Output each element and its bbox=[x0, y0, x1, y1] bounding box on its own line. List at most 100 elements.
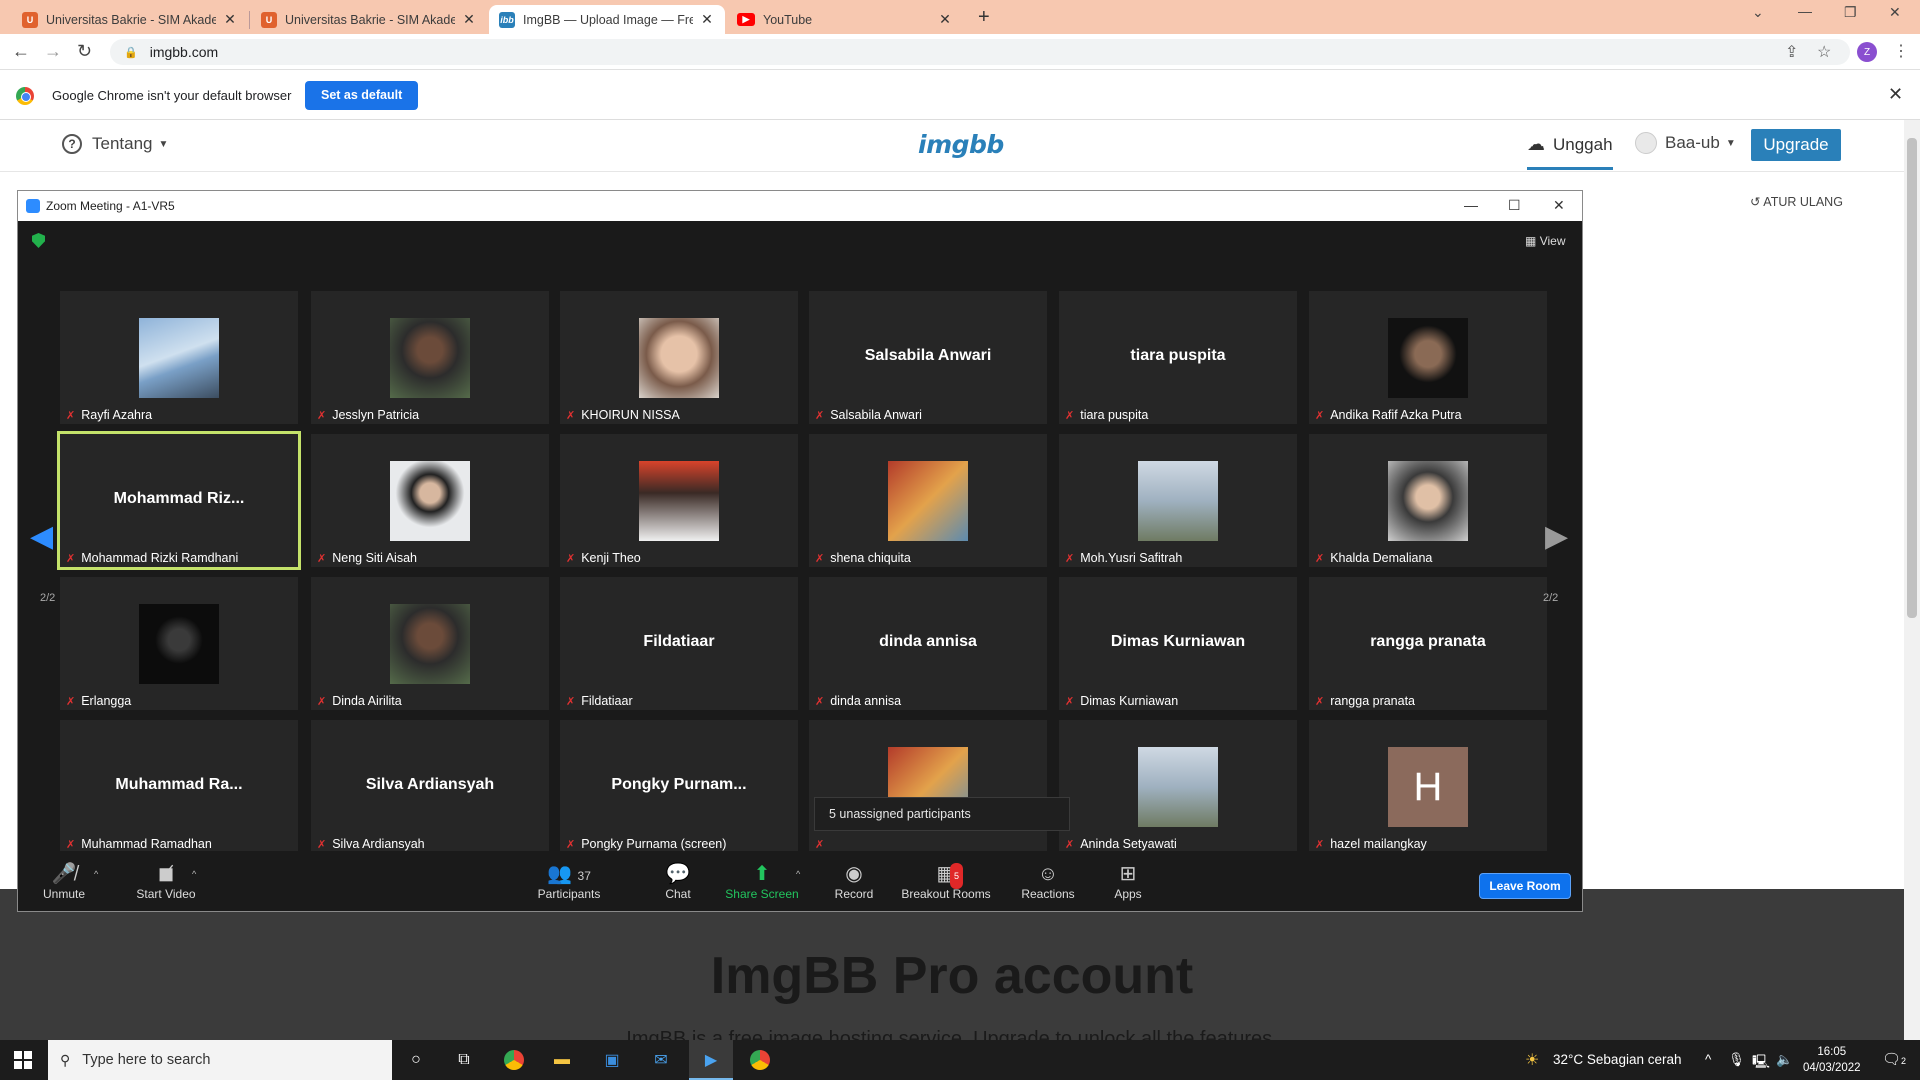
participant-tile[interactable]: ✗ Neng Siti Aisah bbox=[311, 434, 549, 567]
bookmark-star-icon[interactable]: ☆ bbox=[1817, 42, 1831, 62]
mail-icon[interactable]: ✉ bbox=[649, 1048, 673, 1072]
close-infobar-icon[interactable]: ✕ bbox=[1888, 84, 1903, 105]
record-button[interactable]: ◉ Record bbox=[830, 861, 878, 901]
reload-icon[interactable]: ↻ bbox=[77, 41, 92, 62]
previous-page-arrow-icon[interactable]: ◀ bbox=[30, 519, 53, 554]
back-arrow-icon[interactable]: ← bbox=[12, 41, 30, 62]
participants-icon: 👥 37 bbox=[547, 863, 591, 885]
participant-tile[interactable]: ✗ KHOIRUN NISSA bbox=[560, 291, 798, 424]
participant-tile[interactable]: ✗ Jesslyn Patricia bbox=[311, 291, 549, 424]
tray-expand-chevron-icon[interactable]: ^ bbox=[1705, 1052, 1711, 1067]
participant-tile[interactable]: ✗ Erlangga bbox=[60, 577, 298, 710]
breakout-rooms-button[interactable]: ▦ 5 Breakout Rooms bbox=[898, 861, 994, 901]
tab-title: ImgBB — Upload Image — Free I bbox=[523, 12, 693, 27]
reactions-button[interactable]: ☺ Reactions bbox=[1018, 861, 1078, 901]
share-icon[interactable]: ⇪ bbox=[1785, 42, 1798, 62]
forward-arrow-icon[interactable]: → bbox=[44, 41, 62, 62]
unmute-button[interactable]: 🎤̸ Unmute bbox=[42, 861, 86, 901]
microsoft-store-icon[interactable]: ▣ bbox=[600, 1048, 624, 1072]
close-tab-icon[interactable]: ✕ bbox=[699, 11, 715, 28]
apps-button[interactable]: ⊞ Apps bbox=[1108, 861, 1148, 901]
weather-text[interactable]: 32°C Sebagian cerah bbox=[1553, 1052, 1682, 1067]
zoom-minimize-icon[interactable]: — bbox=[1464, 197, 1478, 213]
participant-tile[interactable]: ✗ Rayfi Azahra bbox=[60, 291, 298, 424]
close-tab-icon[interactable]: ✕ bbox=[222, 11, 238, 28]
participant-tile[interactable]: ✗ Moh.Yusri Safitrah bbox=[1059, 434, 1297, 567]
participant-tile[interactable]: tiara puspita ✗ tiara puspita bbox=[1059, 291, 1297, 424]
reset-link[interactable]: ↺ ATUR ULANG bbox=[1750, 194, 1843, 209]
tab-youtube[interactable]: ▶ YouTube ✕ bbox=[727, 5, 963, 34]
zoom-taskbar-icon[interactable]: ▶ bbox=[699, 1048, 723, 1072]
participant-tile[interactable]: ✗ Khalda Demaliana bbox=[1309, 434, 1547, 567]
share-options-caret-icon[interactable]: ^ bbox=[796, 869, 800, 879]
next-page-arrow-icon[interactable]: ▶ bbox=[1545, 519, 1568, 554]
zoom-window-title: Zoom Meeting - A1-VR5 bbox=[46, 199, 175, 213]
participant-tile[interactable]: ✗ Kenji Theo bbox=[560, 434, 798, 567]
participant-tile[interactable]: dinda annisa ✗ dinda annisa bbox=[809, 577, 1047, 710]
taskbar-clock[interactable]: 16:05 04/03/2022 bbox=[1803, 1044, 1861, 1076]
participant-name: Rayfi Azahra bbox=[81, 408, 153, 422]
chrome-menu-icon[interactable]: ⋮ bbox=[1893, 41, 1909, 61]
participants-button[interactable]: 👥 37 Participants bbox=[534, 861, 604, 901]
participant-tile[interactable]: Salsabila Anwari ✗ Salsabila Anwari bbox=[809, 291, 1047, 424]
upload-label: Unggah bbox=[1553, 134, 1613, 154]
share-screen-button[interactable]: ⬆ Share Screen bbox=[725, 861, 799, 901]
participant-name-label: ✗ Andika Rafif Azka Putra bbox=[1315, 408, 1462, 422]
minimize-window-icon[interactable]: — bbox=[1798, 3, 1812, 19]
chrome-profile-avatar[interactable]: Z bbox=[1857, 42, 1877, 62]
start-video-label: Start Video bbox=[136, 887, 196, 901]
page-scrollbar-thumb[interactable] bbox=[1907, 138, 1917, 618]
file-explorer-icon[interactable]: ▬ bbox=[550, 1048, 574, 1072]
participant-tile[interactable]: Muhammad Ra... ✗ Muhammad Ramadhan bbox=[60, 720, 298, 853]
user-menu[interactable]: Baa-ub ▼ bbox=[1635, 132, 1736, 154]
participant-tile[interactable]: H ✗ hazel mailangkay bbox=[1309, 720, 1547, 853]
chat-button[interactable]: 💬 Chat bbox=[658, 861, 698, 901]
new-tab-plus-icon[interactable]: + bbox=[978, 6, 990, 29]
about-menu[interactable]: ? Tentang ▼ bbox=[62, 134, 168, 154]
upgrade-button[interactable]: Upgrade bbox=[1751, 129, 1841, 161]
microphone-tray-icon[interactable]: 🎙 bbox=[1728, 1052, 1745, 1068]
weather-sun-icon[interactable]: ☀ bbox=[1525, 1050, 1539, 1070]
participant-tile[interactable]: ✗ bbox=[809, 720, 1047, 853]
participant-tile[interactable]: Dimas Kurniawan ✗ Dimas Kurniawan bbox=[1059, 577, 1297, 710]
close-tab-icon[interactable]: ✕ bbox=[461, 11, 477, 28]
cortana-circle-icon[interactable]: ○ bbox=[404, 1048, 428, 1072]
encryption-shield-icon[interactable] bbox=[32, 233, 45, 248]
notifications-icon[interactable]: 🗨2 bbox=[1882, 1050, 1906, 1068]
audio-options-caret-icon[interactable]: ^ bbox=[94, 869, 98, 879]
windows-start-icon[interactable] bbox=[14, 1051, 32, 1069]
close-tab-icon[interactable]: ✕ bbox=[937, 11, 953, 28]
taskbar-search-box[interactable]: ⚲ Type here to search bbox=[48, 1040, 392, 1080]
start-video-button[interactable]: ◼̸ Start Video bbox=[126, 861, 206, 901]
url-omnibox[interactable]: 🔒 imgbb.com bbox=[110, 39, 1850, 65]
participant-tile[interactable]: rangga pranata ✗ rangga pranata bbox=[1309, 577, 1547, 710]
tab-sim-akademik-2[interactable]: U Universitas Bakrie - SIM Akadem ✕ bbox=[251, 5, 487, 34]
participant-video-thumbnail bbox=[639, 318, 719, 398]
participant-tile[interactable]: ✗ shena chiquita bbox=[809, 434, 1047, 567]
participant-tile[interactable]: Pongky Purnam... ✗ Pongky Purnama (screen) bbox=[560, 720, 798, 853]
participant-tile[interactable]: ✗ Aninda Setyawati bbox=[1059, 720, 1297, 853]
video-options-caret-icon[interactable]: ^ bbox=[192, 869, 196, 879]
close-window-icon[interactable]: ✕ bbox=[1889, 4, 1901, 21]
participant-tile[interactable]: Silva Ardiansyah ✗ Silva Ardiansyah bbox=[311, 720, 549, 853]
volume-icon[interactable]: 🔈 bbox=[1776, 1052, 1793, 1068]
zoom-close-icon[interactable]: ✕ bbox=[1553, 197, 1565, 214]
network-icon[interactable]: 🖳 bbox=[1752, 1052, 1770, 1075]
view-button[interactable]: ▦ View bbox=[1525, 234, 1565, 248]
restore-window-icon[interactable]: ❐ bbox=[1844, 4, 1857, 21]
chrome-profile-taskbar-icon[interactable] bbox=[748, 1048, 772, 1072]
tab-imgbb[interactable]: ibb ImgBB — Upload Image — Free I ✕ bbox=[489, 5, 725, 34]
participant-tile[interactable]: ✗ Andika Rafif Azka Putra bbox=[1309, 291, 1547, 424]
participant-tile[interactable]: ✗ Dinda Airilita bbox=[311, 577, 549, 710]
leave-room-button[interactable]: Leave Room bbox=[1479, 873, 1571, 899]
task-view-icon[interactable]: ⧉ bbox=[452, 1048, 476, 1072]
upload-link[interactable]: ☁ Unggah bbox=[1527, 134, 1613, 155]
participant-tile[interactable]: Mohammad Riz... ✗ Mohammad Rizki Ramdhani bbox=[57, 431, 301, 570]
imgbb-logo[interactable]: imgbb bbox=[918, 130, 1004, 159]
zoom-maximize-icon[interactable]: ☐ bbox=[1508, 197, 1521, 214]
tab-sim-akademik-1[interactable]: U Universitas Bakrie - SIM Akadem ✕ bbox=[12, 5, 248, 34]
set-as-default-button[interactable]: Set as default bbox=[305, 81, 419, 110]
tab-search-chevron-icon[interactable]: ⌄ bbox=[1752, 4, 1764, 21]
participant-tile[interactable]: Fildatiaar ✗ Fildatiaar bbox=[560, 577, 798, 710]
chrome-taskbar-icon[interactable] bbox=[502, 1048, 526, 1072]
